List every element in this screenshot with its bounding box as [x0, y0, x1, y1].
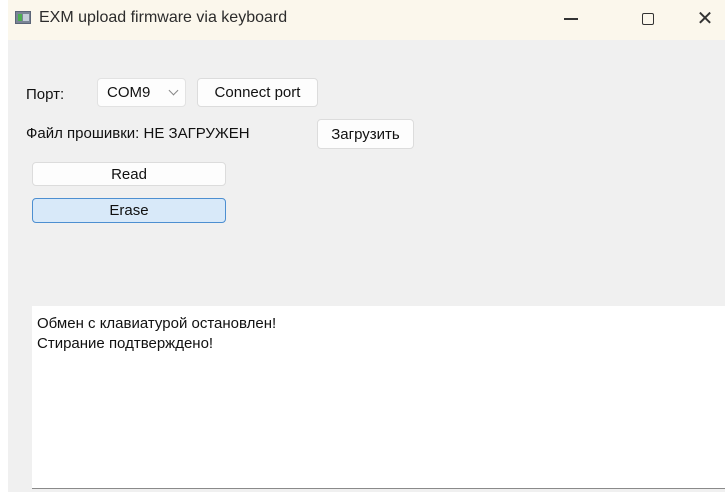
read-button[interactable]: Read [32, 162, 226, 186]
log-output[interactable]: Обмен с клавиатурой остановлен! Стирание… [32, 306, 725, 489]
log-line: Стирание подтверждено! [37, 335, 214, 352]
minimize-icon [564, 18, 578, 20]
minimize-button[interactable] [548, 2, 594, 36]
chevron-down-icon [168, 85, 179, 96]
load-firmware-button[interactable]: Загрузить [317, 119, 414, 149]
erase-button[interactable]: Erase [32, 198, 226, 223]
connect-port-button[interactable]: Connect port [197, 78, 318, 107]
firmware-file-status: Файл прошивки: НЕ ЗАГРУЖЕН [26, 125, 250, 142]
app-window: EXM upload firmware via keyboard ✕ Порт:… [8, 0, 725, 492]
close-icon: ✕ [696, 8, 714, 30]
app-window-icon [15, 11, 31, 24]
port-select[interactable]: COM9 [97, 78, 186, 107]
close-button[interactable]: ✕ [685, 2, 725, 36]
port-select-value: COM9 [107, 84, 151, 101]
title-bar[interactable]: EXM upload firmware via keyboard ✕ [8, 0, 725, 40]
maximize-button[interactable] [625, 2, 671, 36]
maximize-icon [642, 13, 654, 25]
log-line: Обмен с клавиатурой остановлен! [37, 315, 277, 332]
window-title: EXM upload firmware via keyboard [39, 9, 288, 26]
port-label: Порт: [26, 86, 65, 103]
